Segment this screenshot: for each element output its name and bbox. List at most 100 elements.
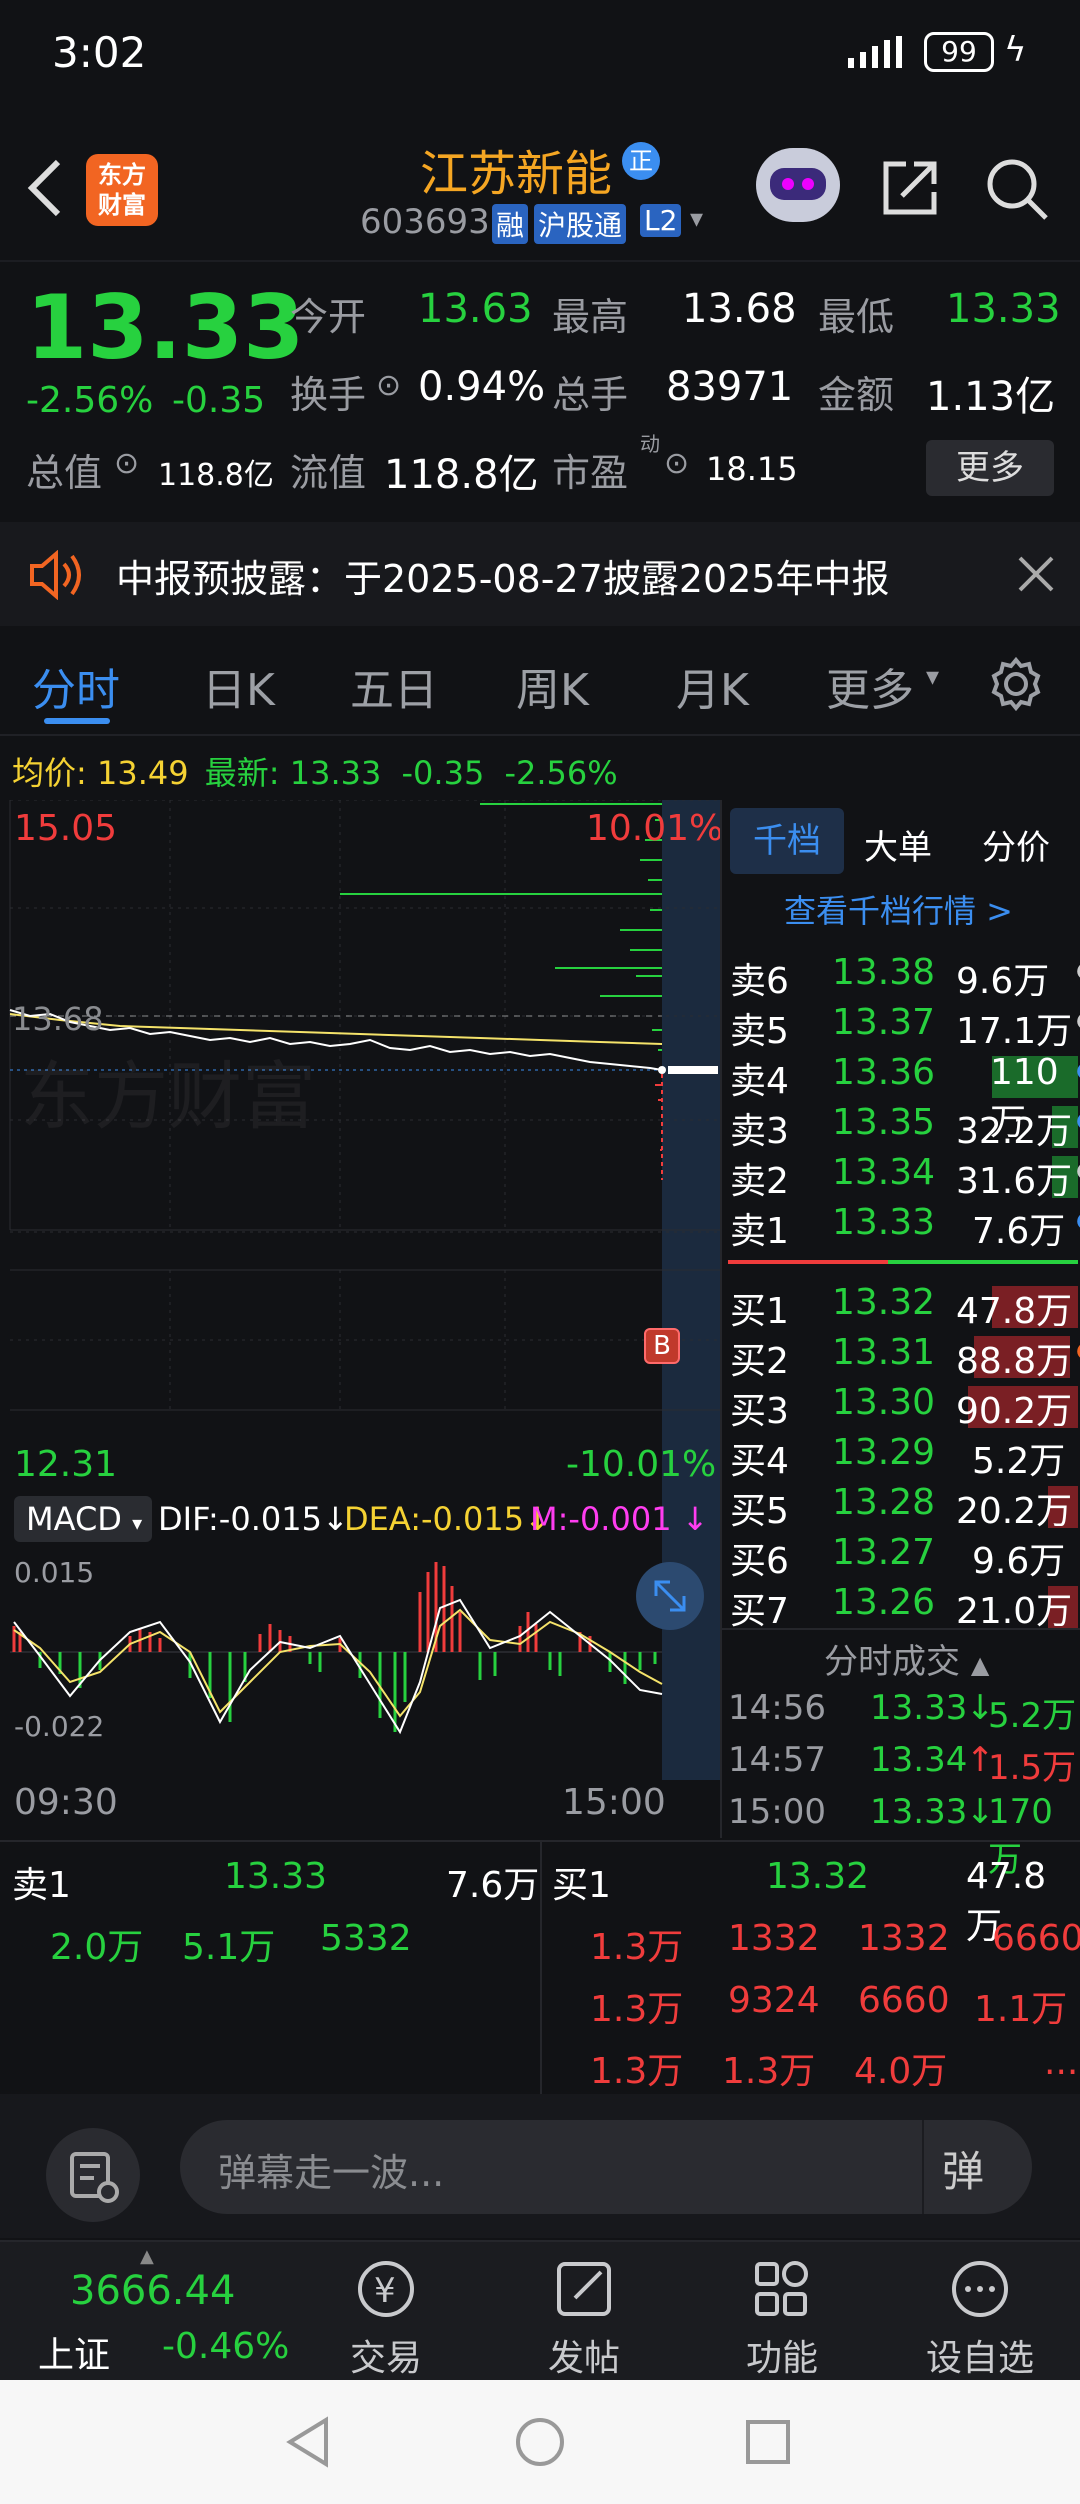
stock-header: 东方 财富 江苏新能 正 603693 融 沪股通 L2 ▾ [0,110,1080,260]
barrage-input[interactable]: 弹幕走一波... 弹 [180,2120,1032,2214]
tag-connect: 沪股通 [534,204,627,244]
high-label: 最高 [552,295,629,339]
chart-tabs: 分时 日K 五日 周K 月K 更多 ▾ [0,626,1080,736]
sell-order: 5.1万 [182,1927,276,1968]
bid-row[interactable]: 买5 13.28 20.2万 [722,1482,1080,1532]
barrage-icon: 弹 [942,2147,985,2196]
home-circle-icon[interactable] [514,2416,566,2468]
bid-row[interactable]: 买6 13.27 9.6万 [722,1532,1080,1582]
order-queue: 卖1 13.33 7.6万 买1 13.32 47.8万 2.0万 5.1万 5… [0,1840,1080,2094]
tab-more[interactable]: 更多 [826,654,914,718]
mktcap-label: 总值 [26,451,103,495]
bid-row[interactable]: 买1 13.32 47.8万 [722,1282,1080,1332]
barrage-toggle-button[interactable]: 弹 [922,2120,1032,2214]
svg-text:¥: ¥ [374,2271,396,2311]
tab-indicator [44,718,110,724]
signal-icon [842,36,912,70]
spread-bar-red [728,1260,888,1264]
nav-trade[interactable]: ¥ 交易 [316,2242,456,2381]
notice-text: 中报预披露：于2025-08-27披露2025年中报 [116,557,890,601]
grid-apps-icon [755,2261,808,2316]
nav-post[interactable]: 发帖 [514,2242,654,2381]
status-time: 3:02 [52,28,147,77]
book-tab-price[interactable]: 分价 [982,820,1050,869]
price-pct: -2.56% [26,380,154,421]
macd-chart[interactable] [0,1552,720,1752]
trades-title[interactable]: 分时成交 ▲ [824,1634,989,1683]
nav-add-favorite[interactable]: 设自选 [910,2242,1050,2381]
bid-row[interactable]: 买7 13.26 21.0万 [722,1582,1080,1632]
recent-apps-icon[interactable] [744,2418,792,2466]
settings-gear-icon[interactable] [988,656,1044,712]
info-icon[interactable]: ⊙ [664,446,689,481]
chevron-down-icon[interactable]: ▾ [690,204,703,234]
back-icon[interactable] [24,158,68,218]
y-bottom-price: 12.31 [14,1444,118,1485]
book-link[interactable]: 查看千档行情 > [784,886,1013,932]
battery-icon: 99 [924,32,994,72]
chevron-up-icon: ▲ [970,1651,990,1679]
ask-row[interactable]: 卖313.3532.2万● [722,1102,1080,1152]
more-dots-icon [952,2261,1008,2317]
nav-function-label: 功能 [745,2338,818,2379]
notice-bar[interactable]: 中报预披露：于2025-08-27披露2025年中报 [0,522,1080,626]
macd-top: 0.015 [14,1556,95,1589]
info-icon[interactable]: ⊙ [114,446,139,481]
ask-row[interactable]: 卖513.3717.1万● [722,1002,1080,1052]
price-change: -0.35 [172,380,266,421]
bid-row[interactable]: 买3 13.30 90.2万 [722,1382,1080,1432]
speaker-icon [28,549,86,601]
tab-five-day[interactable]: 五日 [350,654,438,718]
low-label: 最低 [818,295,895,339]
order-book: 卖613.389.6万● 卖513.3717.1万● 卖413.36110万● … [722,940,1080,1632]
app-logo[interactable]: 东方 财富 [86,154,158,226]
macd-dea: DEA:-0.015↓ [344,1500,551,1538]
time-end: 15:00 [562,1782,666,1823]
divider [540,1842,542,2094]
tab-monthly-k[interactable]: 月K [676,654,749,718]
search-icon[interactable] [984,156,1050,222]
buy-order: 4.0万 [854,2051,948,2092]
float-value: 118.8亿 [384,452,539,498]
bid-row[interactable]: 买4 13.29 5.2万 [722,1432,1080,1482]
book-tab-thousand[interactable]: 千档 [730,808,844,874]
robot-assistant-icon[interactable] [756,148,840,222]
sell-order: 5332 [320,1918,412,1959]
index-pct[interactable]: -0.46% [162,2326,289,2367]
index-value[interactable]: 3666.44 [70,2268,235,2314]
chevron-down-icon: ▾ [132,1511,143,1535]
share-icon[interactable] [878,156,942,220]
back-triangle-icon[interactable] [284,2416,334,2468]
open-value: 13.63 [418,286,533,332]
latest-change: -0.35 [401,754,485,792]
book-tab-large[interactable]: 大单 [864,820,932,869]
index-name[interactable]: 上证 [38,2326,110,2378]
chevron-up-icon[interactable]: ▲ [140,2246,154,2267]
close-icon[interactable] [1016,554,1056,594]
ask-row[interactable]: 卖613.389.6万● [722,952,1080,1002]
tab-daily-k[interactable]: 日K [202,654,275,718]
tab-intraday[interactable]: 分时 [32,654,120,718]
nav-function[interactable]: 功能 [712,2242,852,2381]
ask-row[interactable]: 卖113.337.6万● [722,1202,1080,1252]
buy-order: ... [1044,2042,1079,2083]
info-icon[interactable]: ⊙ [376,368,401,403]
bid-row[interactable]: 买213.3188.8万● [722,1332,1080,1382]
more-button[interactable]: 更多 [926,440,1054,496]
amount-label: 金额 [818,373,895,417]
time-sales[interactable]: 分时成交 ▲ 14:56 13.33 ↓ 5.2万 14:57 13.34 ↑ 1.5万 1… [722,1628,1080,1880]
y-top-price: 15.05 [14,808,118,849]
ask-row[interactable]: 卖413.36110万● [722,1052,1080,1143]
comment-list-icon[interactable] [46,2128,140,2222]
volume-label: 总手 [552,373,629,417]
avg-label: 均价: [12,754,87,792]
ask-row[interactable]: 卖213.3431.6万● [722,1152,1080,1202]
macd-selector[interactable]: MACD ▾ [14,1496,152,1542]
stock-name: 江苏新能 [420,146,613,202]
buy-marker[interactable]: B [644,1328,680,1364]
turnover-label: 换手 [290,373,367,417]
buy-order: 6660 [858,1980,950,2021]
tab-weekly-k[interactable]: 周K [516,654,589,718]
latest-label: 最新: [204,754,280,792]
barrage-placeholder: 弹幕走一波... [218,2151,445,2195]
